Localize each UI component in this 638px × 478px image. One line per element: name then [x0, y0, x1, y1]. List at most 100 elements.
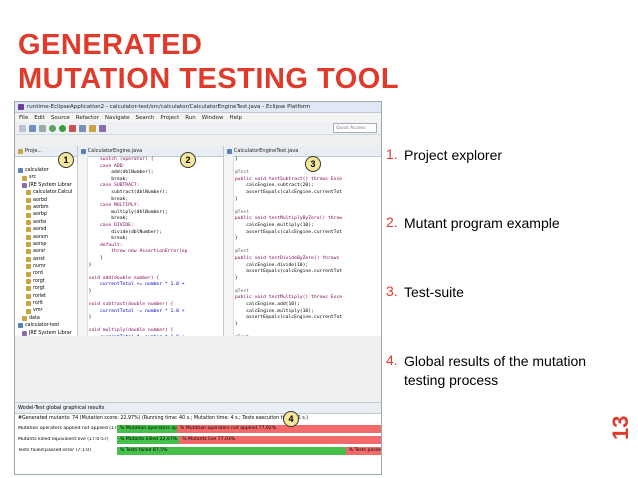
- tab-global-results[interactable]: Wodel-Test global graphical results: [15, 403, 381, 414]
- tree-item[interactable]: rorgt: [18, 278, 77, 285]
- code-line: calcEngine.subtract(20);: [234, 183, 314, 189]
- package-icon: [26, 256, 31, 262]
- tree-item-label: aorsm: [33, 234, 49, 240]
- list-item: 4. Global results of the mutation testin…: [386, 352, 626, 390]
- tab-label: Wodel-Test global graphical results: [18, 405, 105, 411]
- tree-item-label: aorsd: [33, 227, 47, 233]
- list-number: 2.: [386, 214, 398, 230]
- tree-item[interactable]: aorsr: [18, 248, 77, 255]
- code-line: add(dblNumber);: [88, 170, 154, 176]
- test-code[interactable]: } @Test public void testSubtract() throws …: [235, 157, 342, 336]
- new-icon[interactable]: [19, 124, 26, 132]
- run-icon[interactable]: [59, 124, 66, 132]
- result-bar: % Mutants killed 22,97%% Mutants live 77…: [117, 435, 381, 444]
- callout-2: 2: [180, 152, 196, 168]
- print-icon[interactable]: [39, 124, 46, 132]
- menu-item-project[interactable]: Project: [160, 115, 179, 121]
- perspective-icon[interactable]: [99, 124, 106, 132]
- tree-item-label: JRE System Librar: [29, 330, 72, 336]
- menu-item-run[interactable]: Run: [185, 115, 196, 121]
- tree-item-label: aorbm: [33, 204, 49, 210]
- eclipse-window: runtime-EclipseApplication2 - calculator…: [14, 101, 382, 475]
- title-line-1: GENERATED: [18, 29, 203, 61]
- tree-item[interactable]: aorsd: [18, 226, 77, 233]
- code-line: assertEquals(calcEngine.currentTot: [234, 229, 343, 235]
- menu-item-refactor[interactable]: Refactor: [76, 115, 99, 121]
- menu-item-navigate[interactable]: Navigate: [105, 115, 130, 121]
- slide-title: GENERATED MUTATION TESTING TOOL: [18, 28, 399, 96]
- tree-item[interactable]: JRE System Librar: [18, 182, 77, 189]
- tree-item[interactable]: asrst: [18, 256, 77, 263]
- tree-item[interactable]: vmr: [18, 307, 77, 314]
- package-icon: [26, 308, 31, 314]
- tab-calculator-engine[interactable]: CalculatorEngine.java: [77, 146, 223, 157]
- debug-icon[interactable]: [49, 124, 56, 132]
- list-item: 3. Test-suite: [386, 283, 626, 302]
- tree-item[interactable]: aorsm: [18, 234, 77, 241]
- menu-item-search[interactable]: Search: [136, 115, 155, 121]
- title-line-2: MUTATION TESTING TOOL: [18, 63, 400, 95]
- save-icon[interactable]: [29, 124, 36, 132]
- code-line: break;: [88, 216, 129, 222]
- tree-item[interactable]: aorbp: [18, 211, 77, 218]
- package-icon: [26, 205, 31, 211]
- window-title: runtime-EclipseApplication2 - calculator…: [27, 104, 311, 110]
- tree-item[interactable]: aorbd: [18, 197, 77, 204]
- quick-access-input[interactable]: Quick Access: [333, 123, 377, 133]
- tree-item[interactable]: rorlt: [18, 300, 77, 307]
- package-icon: [18, 323, 23, 329]
- callout-4: 4: [283, 411, 299, 427]
- menubar: File Edit Source Refactor Navigate Search Proj…: [15, 113, 381, 122]
- tree-item-label: asrst: [33, 256, 45, 262]
- code-line: currentTotal -= number * 1.0 +: [88, 308, 185, 314]
- list-text: Project explorer: [404, 147, 503, 163]
- package-icon: [26, 242, 31, 248]
- search-icon[interactable]: [89, 124, 96, 132]
- java-file-icon: [80, 148, 86, 154]
- code-line: case MULTIPLY:: [88, 203, 140, 209]
- bar-segment-red: % Tests passed 12,5%: [345, 446, 381, 455]
- package-icon: [22, 175, 27, 181]
- tree-item-label: rorgt: [33, 278, 45, 284]
- tree-item[interactable]: JRE System Librar: [18, 330, 77, 336]
- tree-item[interactable]: calculator-test: [18, 322, 77, 329]
- folder-icon: [18, 148, 23, 154]
- tree-item-label: rorlet: [33, 293, 46, 299]
- tree-item[interactable]: rorgt: [18, 285, 77, 292]
- menu-item-help[interactable]: Help: [229, 115, 242, 121]
- menu-item-file[interactable]: File: [19, 115, 28, 121]
- code-line: }: [234, 275, 238, 281]
- package-icon: [26, 234, 31, 240]
- mutant-code[interactable]: switch (operator) { case ADD: add(dblNum…: [89, 157, 188, 336]
- result-bar: % Mutation operators applied 22,08%% Mut…: [117, 424, 381, 433]
- code-line: subtract(dblNumber);: [88, 189, 168, 195]
- tree-item-label: data: [29, 315, 40, 321]
- tree-item[interactable]: data: [18, 315, 77, 322]
- menu-item-window[interactable]: Window: [202, 115, 224, 121]
- toolbar: Quick Access: [15, 122, 381, 135]
- menu-item-edit[interactable]: Edit: [34, 115, 45, 121]
- tree-item[interactable]: rorlet: [18, 293, 77, 300]
- tree-item-label: aorbp: [33, 212, 47, 218]
- open-type-icon[interactable]: [79, 124, 86, 132]
- tree-item[interactable]: numr: [18, 263, 77, 270]
- tree-item-label: aorbd: [33, 197, 47, 203]
- stop-icon[interactable]: [69, 124, 76, 132]
- tree-item[interactable]: aorsp: [18, 241, 77, 248]
- tree-item[interactable]: rord: [18, 270, 77, 277]
- menu-item-source[interactable]: Source: [51, 115, 70, 121]
- tree-item[interactable]: src: [18, 174, 77, 181]
- result-label: Mutation operators applied:not applied (…: [18, 426, 118, 431]
- tree-item[interactable]: aorbm: [18, 204, 77, 211]
- package-icon: [22, 316, 27, 321]
- tree-item[interactable]: calculator: [18, 167, 77, 174]
- tree-item[interactable]: aorbs: [18, 219, 77, 226]
- tab-calculator-engine-test[interactable]: CalculatorEngineTest.java: [223, 146, 381, 157]
- tree-item[interactable]: calculator.Calcul: [18, 189, 77, 196]
- package-icon: [26, 286, 31, 292]
- package-icon: [26, 271, 31, 277]
- code-line: break;: [88, 236, 129, 242]
- test-editor-pane: CalculatorEngineTest.java } @Test public v…: [223, 146, 381, 336]
